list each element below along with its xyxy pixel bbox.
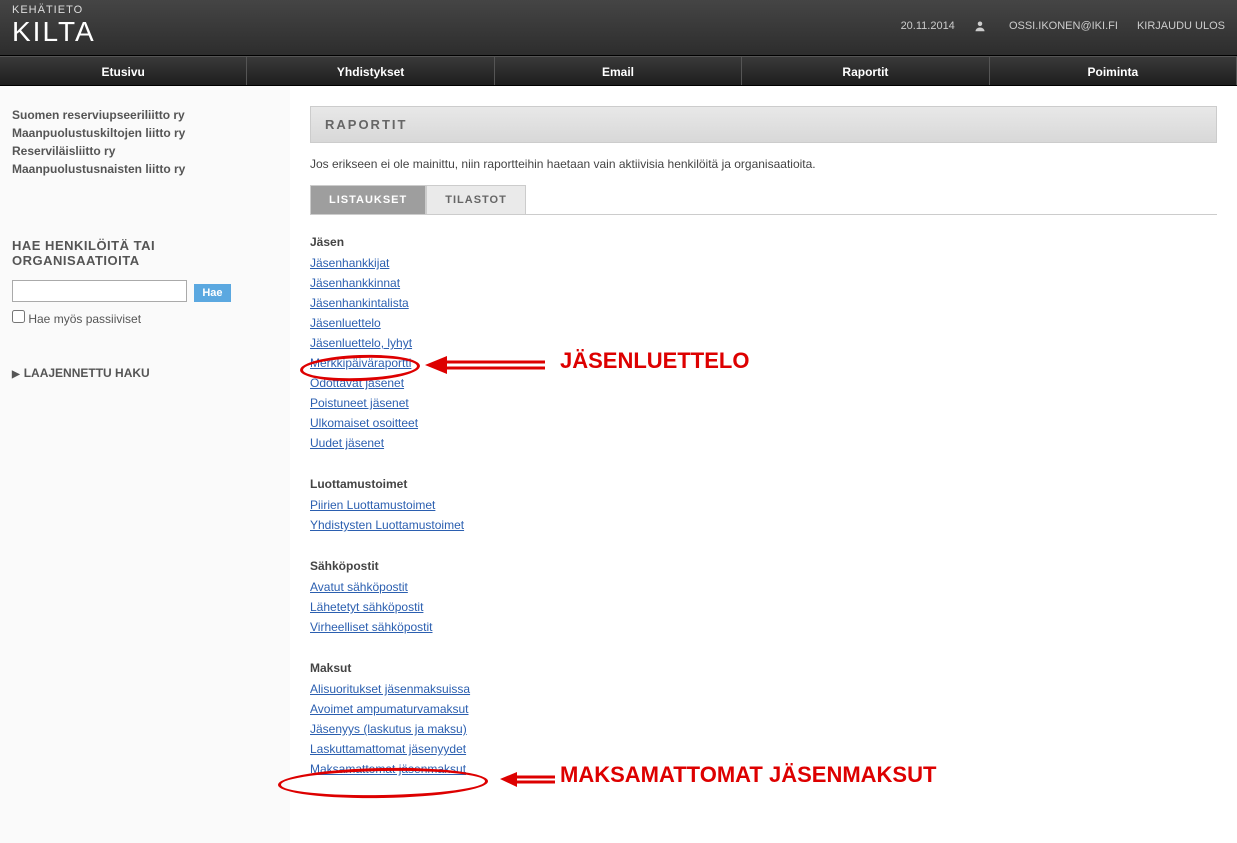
advanced-search-toggle[interactable]: LAAJENNETTU HAKU: [12, 366, 278, 380]
report-link[interactable]: Odottavat jäsenet: [310, 373, 1217, 393]
nav: Etusivu Yhdistykset Email Raportit Poimi…: [0, 56, 1237, 86]
report-link[interactable]: Jäsenyys (laskutus ja maksu): [310, 719, 1217, 739]
report-link[interactable]: Piirien Luottamustoimet: [310, 495, 1217, 515]
header-date: 20.11.2014: [901, 20, 955, 32]
header: KEHÄTIETO KILTA 20.11.2014 OSSI.IKONEN@I…: [0, 0, 1237, 56]
report-link[interactable]: Jäsenhankintalista: [310, 293, 1217, 313]
user-icon: [974, 20, 986, 32]
sections: Jäsen JäsenhankkijatJäsenhankkinnatJäsenh…: [310, 235, 1217, 779]
nav-etusivu[interactable]: Etusivu: [0, 57, 247, 85]
search-title: HAE HENKILÖITÄ TAI ORGANISAATIOITA: [12, 238, 278, 268]
tab-listaukset[interactable]: LISTAUKSET: [310, 185, 426, 214]
nav-poiminta[interactable]: Poiminta: [990, 57, 1237, 85]
report-link[interactable]: Jäsenluettelo, lyhyt: [310, 333, 1217, 353]
report-link[interactable]: Maksamattomat jäsenmaksut: [310, 759, 1217, 779]
section-title: Sähköpostit: [310, 559, 1217, 573]
brand: KEHÄTIETO KILTA: [12, 4, 96, 48]
section-title: Jäsen: [310, 235, 1217, 249]
report-link[interactable]: Laskuttamattomat jäsenyydet: [310, 739, 1217, 759]
search-row: Hae: [12, 280, 278, 302]
report-link[interactable]: Jäsenhankkijat: [310, 253, 1217, 273]
intro-text: Jos erikseen ei ole mainittu, niin rapor…: [310, 157, 1217, 171]
link-list: Avatut sähköpostitLähetetyt sähköpostitV…: [310, 577, 1217, 637]
report-link[interactable]: Uudet jäsenet: [310, 433, 1217, 453]
nav-raportit[interactable]: Raportit: [742, 57, 989, 85]
sidebar: Suomen reserviupseeriliitto ry Maanpuolu…: [0, 86, 290, 843]
section-title: Maksut: [310, 661, 1217, 675]
section: Jäsen JäsenhankkijatJäsenhankkinnatJäsenh…: [310, 235, 1217, 453]
section: Maksut Alisuoritukset jäsenmaksuissaAvoim…: [310, 661, 1217, 779]
org-list: Suomen reserviupseeriliitto ry Maanpuolu…: [12, 106, 278, 178]
section: Luottamustoimet Piirien LuottamustoimetYh…: [310, 477, 1217, 535]
report-link[interactable]: Jäsenluettelo: [310, 313, 1217, 333]
brand-top: KEHÄTIETO: [12, 4, 96, 16]
page-title: RAPORTIT: [310, 106, 1217, 143]
report-link[interactable]: Ulkomaiset osoitteet: [310, 413, 1217, 433]
main: RAPORTIT Jos erikseen ei ole mainittu, n…: [290, 86, 1237, 843]
tab-tilastot[interactable]: TILASTOT: [426, 185, 526, 214]
link-list: Piirien LuottamustoimetYhdistysten Luott…: [310, 495, 1217, 535]
section-title: Luottamustoimet: [310, 477, 1217, 491]
nav-email[interactable]: Email: [495, 57, 742, 85]
org-item: Maanpuolustuskiltojen liitto ry: [12, 124, 278, 142]
nav-yhdistykset[interactable]: Yhdistykset: [247, 57, 494, 85]
report-link[interactable]: Yhdistysten Luottamustoimet: [310, 515, 1217, 535]
tabs: LISTAUKSET TILASTOT: [310, 185, 1217, 215]
passive-checkbox[interactable]: [12, 310, 25, 323]
user-link[interactable]: OSSI.IKONEN@IKI.FI: [974, 20, 1121, 32]
org-item: Maanpuolustusnaisten liitto ry: [12, 160, 278, 178]
report-link[interactable]: Avoimet ampumaturvamaksut: [310, 699, 1217, 719]
org-item: Suomen reserviupseeriliitto ry: [12, 106, 278, 124]
section: Sähköpostit Avatut sähköpostitLähetetyt s…: [310, 559, 1217, 637]
search-input[interactable]: [12, 280, 187, 302]
report-link[interactable]: Poistuneet jäsenet: [310, 393, 1217, 413]
link-list: Alisuoritukset jäsenmaksuissaAvoimet amp…: [310, 679, 1217, 779]
passive-checkbox-row: Hae myös passiiviset: [12, 310, 278, 326]
report-link[interactable]: Avatut sähköpostit: [310, 577, 1217, 597]
report-link[interactable]: Merkkipäiväraportti: [310, 353, 1217, 373]
logout-link[interactable]: KIRJAUDU ULOS: [1137, 20, 1225, 32]
report-link[interactable]: Virheelliset sähköpostit: [310, 617, 1217, 637]
report-link[interactable]: Lähetetyt sähköpostit: [310, 597, 1217, 617]
org-item: Reserviläisliitto ry: [12, 142, 278, 160]
search-button[interactable]: Hae: [194, 284, 230, 302]
link-list: JäsenhankkijatJäsenhankkinnatJäsenhankin…: [310, 253, 1217, 453]
report-link[interactable]: Alisuoritukset jäsenmaksuissa: [310, 679, 1217, 699]
brand-main: KILTA: [12, 16, 96, 48]
header-right: 20.11.2014 OSSI.IKONEN@IKI.FI KIRJAUDU U…: [885, 20, 1225, 32]
passive-checkbox-label: Hae myös passiiviset: [28, 312, 141, 326]
report-link[interactable]: Jäsenhankkinnat: [310, 273, 1217, 293]
